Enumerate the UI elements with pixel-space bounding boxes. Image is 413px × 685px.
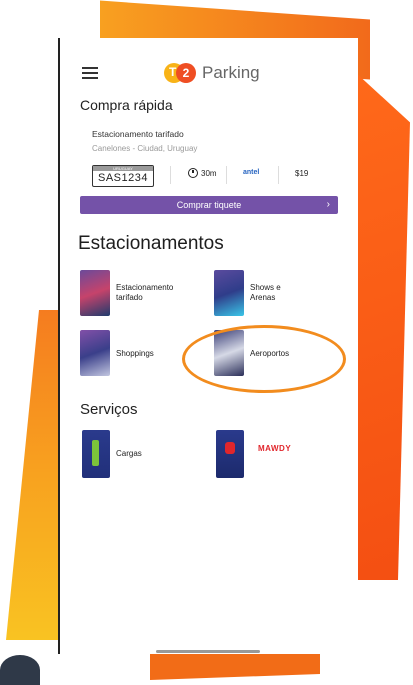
duration-value: 30m [201,168,217,178]
price: $19 [295,169,309,178]
license-plate[interactable]: URUGUAY SAS1234 [92,165,154,187]
plate-number: SAS1234 [98,172,148,184]
quick-buy-location: Estacionamento tarifado [92,129,184,139]
buy-ticket-button[interactable]: Comprar tiquete › [80,196,338,214]
card-label: Cargas [116,449,142,458]
chevron-right-icon: › [326,199,330,210]
service-card-cargas[interactable]: Cargas [80,430,190,478]
highlight-circle [182,325,346,393]
arena-icon [214,270,244,316]
menu-icon[interactable] [82,67,98,79]
card-label: Shows e Arenas [250,283,281,302]
parking-card-tarifado[interactable]: Estacionamento tarifado [80,270,190,318]
parking-section-title: Estacionamentos [78,233,224,254]
home-indicator [156,650,260,653]
card-label: Estacionamento tarifado [116,283,174,302]
carrier-logo[interactable]: antel [243,169,259,176]
app-name: Parking [202,63,260,82]
divider [170,166,171,184]
t2-logo-icon: T 2 [164,63,196,83]
card-label: Shoppings [116,349,154,358]
divider [278,166,279,184]
service-card-mawdy[interactable]: MAWDY [216,430,326,478]
duration[interactable]: 30m [188,168,217,178]
app-logo: T 2 Parking [164,62,260,84]
app-header: T 2 Parking [60,38,358,98]
mawdy-logo: MAWDY [258,444,292,453]
buy-ticket-label: Comprar tiquete [176,200,242,210]
timer-icon [188,168,198,178]
parking-card-shows[interactable]: Shows e Arenas [214,270,324,318]
parking-meter-icon [80,270,110,316]
quick-buy-title: Compra rápida [80,97,173,113]
quick-buy-sublocation: Canelones - Ciudad, Uruguay [92,144,198,153]
parking-card-shoppings[interactable]: Shoppings [80,330,190,378]
services-section-title: Serviços [80,401,138,418]
decorative-yellow-band-left [6,310,66,640]
decorative-dark-shape [0,655,40,685]
charging-icon [82,430,110,478]
shopping-icon [80,330,110,376]
mawdy-icon [216,430,244,478]
divider [226,166,227,184]
phone-screen: T 2 Parking Compra rápida Estacionamento… [58,38,358,654]
